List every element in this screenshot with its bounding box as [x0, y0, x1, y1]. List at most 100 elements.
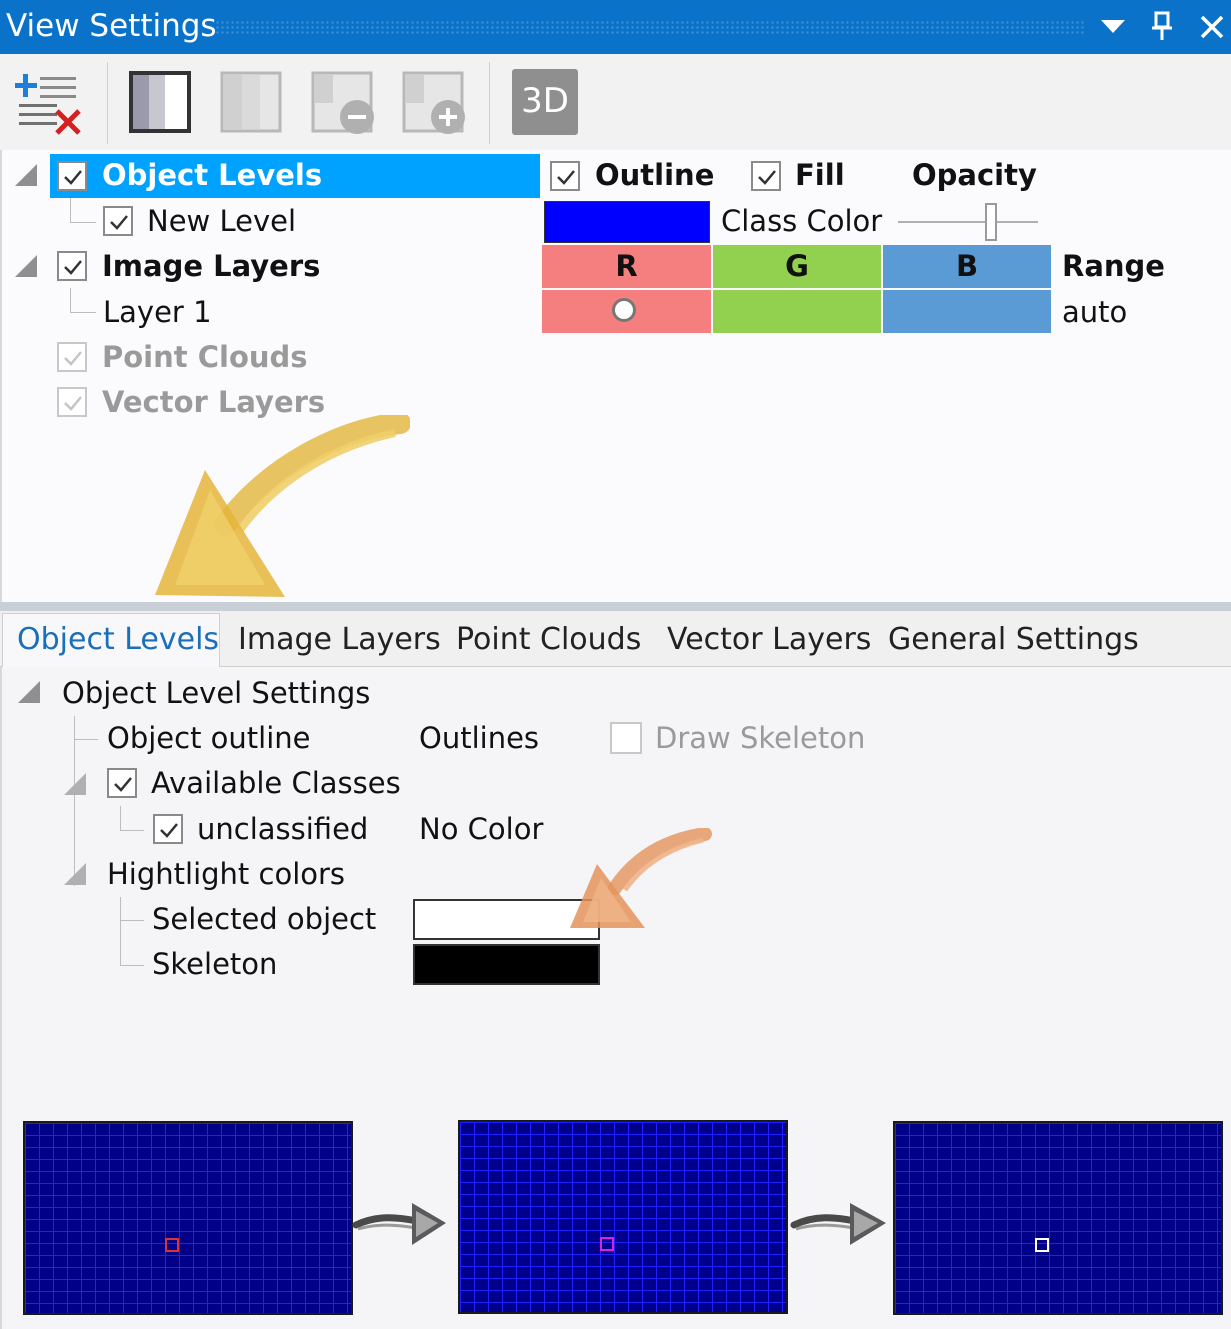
- class-color-swatch[interactable]: [544, 201, 710, 243]
- r-label: R: [615, 249, 638, 283]
- pin-icon[interactable]: [1150, 11, 1174, 41]
- class-color-label: Class Color: [721, 204, 883, 238]
- 3d-view-button[interactable]: 3D: [512, 69, 578, 135]
- object-levels-checkbox[interactable]: [57, 161, 87, 191]
- tab-general-settings[interactable]: General Settings: [888, 622, 1139, 657]
- expand-triangle-icon[interactable]: [64, 863, 86, 885]
- tree-line: [120, 920, 144, 921]
- tree-line: [74, 716, 75, 886]
- tree-line: [120, 897, 121, 965]
- selected-object-label: Selected object: [152, 902, 377, 936]
- range-label: Range: [1062, 249, 1165, 283]
- tree-item-point-clouds[interactable]: Point Clouds: [102, 340, 308, 374]
- b-channel-cell[interactable]: [883, 290, 1051, 333]
- g-label: G: [785, 249, 809, 283]
- unclassified-color-value[interactable]: No Color: [419, 812, 543, 846]
- tree-line: [70, 288, 71, 312]
- add-remove-list-icon[interactable]: [13, 70, 83, 136]
- opacity-label: Opacity: [912, 158, 1037, 192]
- annotation-arrow-icon: [155, 415, 410, 597]
- object-outline-label: Object outline: [107, 721, 311, 755]
- unclassified-label[interactable]: unclassified: [197, 812, 368, 846]
- arrow-right-icon: [790, 1203, 886, 1245]
- tree-line: [70, 198, 71, 222]
- b-label: B: [955, 249, 979, 283]
- fill-checkbox[interactable]: [751, 161, 781, 191]
- tree-item-object-levels[interactable]: Object Levels: [102, 158, 322, 192]
- skeleton-color-swatch[interactable]: [413, 944, 600, 985]
- object-level-settings-title: Object Level Settings: [62, 676, 371, 710]
- annotation-arrow-icon: [570, 828, 712, 928]
- object-outline-value[interactable]: Outlines: [419, 721, 539, 755]
- g-channel-cell[interactable]: [713, 290, 881, 333]
- remove-view-icon[interactable]: [311, 71, 377, 137]
- tree-item-image-layers[interactable]: Image Layers: [102, 249, 320, 283]
- highlight-marker: [1035, 1238, 1049, 1252]
- tab-object-levels[interactable]: Object Levels: [17, 622, 219, 657]
- outline-label: Outline: [595, 158, 715, 192]
- available-classes-checkbox[interactable]: [107, 768, 137, 798]
- tab-point-clouds[interactable]: Point Clouds: [456, 622, 641, 657]
- draw-skeleton-label: Draw Skeleton: [655, 721, 866, 755]
- checkmark-icon: [557, 170, 575, 185]
- b-channel-header: B: [883, 245, 1051, 288]
- expand-triangle-icon[interactable]: [64, 773, 86, 795]
- highlight-marker: [165, 1238, 179, 1252]
- toolbar-separator: [107, 62, 108, 144]
- checkmark-icon: [110, 215, 128, 230]
- checkmark-icon: [64, 170, 82, 185]
- single-view-icon[interactable]: [129, 71, 191, 133]
- fill-label: Fill: [795, 158, 845, 192]
- tab-vector-layers[interactable]: Vector Layers: [667, 622, 871, 657]
- 3d-label: 3D: [521, 81, 569, 121]
- tree-item-new-level[interactable]: New Level: [147, 204, 296, 238]
- point-clouds-checkbox[interactable]: [57, 342, 87, 372]
- split-view-icon[interactable]: [220, 71, 282, 133]
- window-title: View Settings: [6, 8, 217, 44]
- tree-line: [74, 739, 98, 740]
- add-view-icon[interactable]: [402, 71, 468, 137]
- example-image-red-highlight: [23, 1121, 353, 1315]
- available-classes-label[interactable]: Available Classes: [151, 766, 401, 800]
- tree-item-layer-1[interactable]: Layer 1: [103, 295, 212, 329]
- toolbar-separator: [489, 62, 490, 144]
- checkmark-icon: [114, 777, 132, 792]
- r-channel-radio[interactable]: [612, 298, 636, 322]
- r-channel-cell[interactable]: [542, 290, 711, 333]
- tree-line: [120, 830, 144, 831]
- new-level-checkbox[interactable]: [103, 206, 133, 236]
- tree-line: [70, 222, 96, 223]
- outline-checkbox[interactable]: [550, 161, 580, 191]
- opacity-slider-thumb[interactable]: [985, 203, 997, 241]
- panel-splitter[interactable]: [0, 602, 1231, 611]
- example-image-white-highlight: [893, 1121, 1223, 1315]
- range-value[interactable]: auto: [1062, 295, 1127, 329]
- arrow-right-icon: [352, 1203, 446, 1245]
- highlight-marker: [600, 1237, 614, 1251]
- tree-line: [70, 312, 96, 313]
- checkmark-icon: [64, 351, 82, 366]
- tab-image-layers[interactable]: Image Layers: [238, 622, 441, 657]
- checkmark-icon: [64, 396, 82, 411]
- example-image-magenta-highlight: [458, 1120, 788, 1314]
- tree-line: [120, 965, 144, 966]
- r-channel-header: R: [542, 245, 711, 288]
- close-icon[interactable]: [1199, 14, 1225, 40]
- tree-item-vector-layers[interactable]: Vector Layers: [102, 385, 325, 419]
- expand-triangle-icon[interactable]: [18, 681, 40, 703]
- unclassified-checkbox[interactable]: [153, 814, 183, 844]
- g-channel-header: G: [713, 245, 881, 288]
- highlight-colors-label: Hightlight colors: [107, 857, 346, 891]
- title-bar-grip[interactable]: [215, 20, 1085, 34]
- vector-layers-checkbox[interactable]: [57, 387, 87, 417]
- expand-triangle-icon[interactable]: [15, 255, 37, 277]
- skeleton-label: Skeleton: [152, 947, 278, 981]
- checkmark-icon: [64, 260, 82, 275]
- draw-skeleton-checkbox[interactable]: [610, 722, 642, 754]
- expand-triangle-icon[interactable]: [15, 164, 37, 186]
- dropdown-arrow-icon[interactable]: [1101, 20, 1125, 33]
- tree-line: [120, 806, 121, 830]
- image-layers-checkbox[interactable]: [57, 251, 87, 281]
- checkmark-icon: [758, 170, 776, 185]
- opacity-slider-track[interactable]: [898, 221, 1038, 223]
